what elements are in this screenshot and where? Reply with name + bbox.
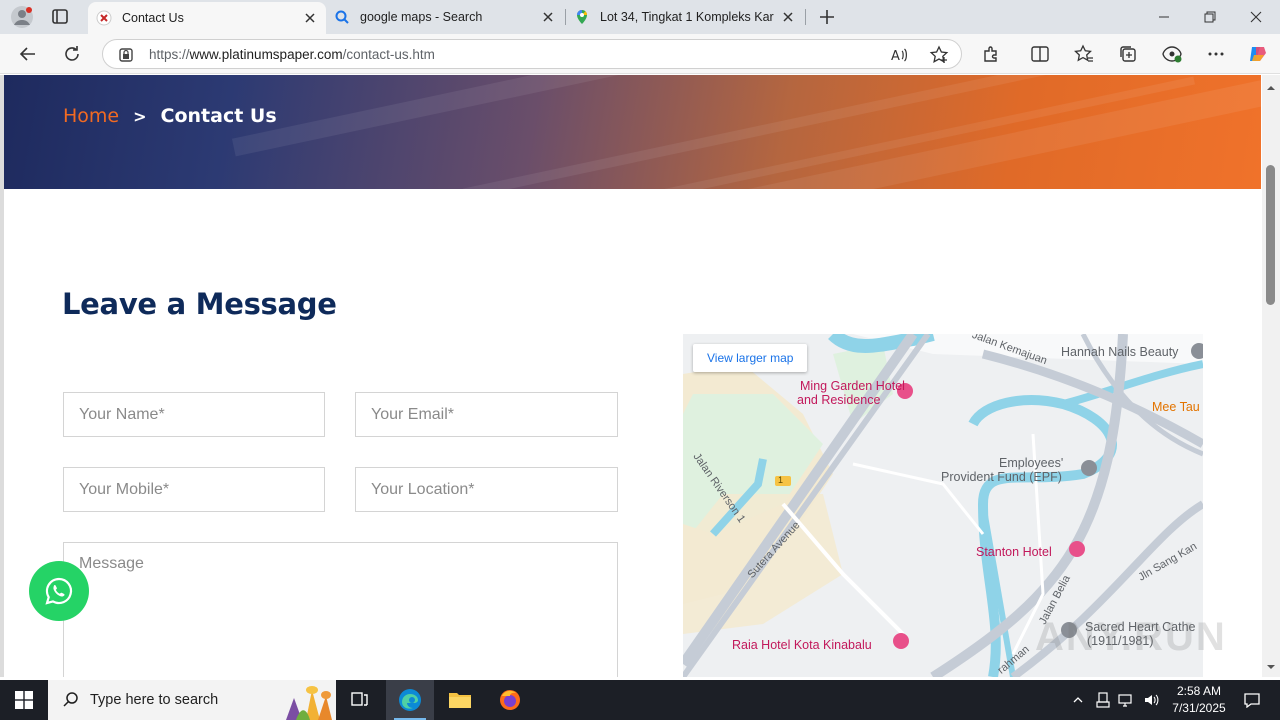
map-label-epf-1[interactable]: Employees'	[999, 456, 1063, 470]
site-info-lock-icon[interactable]	[117, 46, 135, 64]
tab-google-maps-search[interactable]: google maps - Search	[326, 0, 564, 34]
start-button[interactable]	[0, 680, 48, 720]
tab-close-icon[interactable]	[302, 10, 318, 26]
collections-icon[interactable]	[1116, 42, 1140, 66]
tab-title: google maps - Search	[360, 10, 483, 24]
edge-icon	[399, 689, 421, 711]
folder-icon	[449, 693, 471, 708]
map-label-epf-2[interactable]: Provident Fund (EPF)	[941, 470, 1062, 484]
taskbar-edge-app[interactable]	[386, 680, 434, 720]
search-icon	[334, 9, 350, 25]
watermark: ANY.RUN	[1035, 615, 1227, 659]
tray-usb-icon[interactable]	[1092, 680, 1114, 720]
tab-contact-us[interactable]: Contact Us	[88, 2, 326, 34]
message-field[interactable]	[63, 542, 618, 677]
tab-separator	[805, 9, 806, 25]
split-screen-icon[interactable]	[1028, 42, 1052, 66]
tray-network-icon[interactable]	[1114, 680, 1136, 720]
minimize-icon[interactable]	[1141, 0, 1187, 34]
breadcrumb-separator: >	[133, 106, 147, 126]
map-label-ming-garden-2[interactable]: and Residence	[797, 393, 880, 407]
tray-volume-icon[interactable]	[1140, 680, 1162, 720]
tray-chevron-up-icon[interactable]	[1068, 680, 1088, 720]
new-tab-icon[interactable]	[816, 6, 838, 28]
breadcrumb-current: Contact Us	[160, 105, 277, 127]
back-arrow-icon[interactable]	[16, 42, 40, 66]
search-placeholder: Type here to search	[90, 692, 219, 708]
url-text: https://www.platinumspaper.com/contact-u…	[149, 47, 435, 62]
search-highlight-illustration-icon	[286, 686, 332, 720]
map-label-stanton[interactable]: Stanton Hotel	[976, 545, 1052, 559]
restore-icon[interactable]	[1187, 0, 1233, 34]
map-label-hannah[interactable]: Hannah Nails Beauty	[1061, 345, 1178, 359]
windows-taskbar: Type here to search 2:58 AM 7/31/2025	[0, 680, 1280, 720]
windows-logo-icon	[15, 691, 33, 709]
extensions-icon[interactable]	[979, 42, 1003, 66]
copilot-icon[interactable]	[1246, 42, 1270, 66]
tab-close-icon[interactable]	[780, 9, 796, 25]
map-road-badge: 1	[778, 475, 784, 485]
view-larger-map-link[interactable]: View larger map	[693, 344, 808, 372]
browser-toolbar: https://www.platinumspaper.com/contact-u…	[0, 34, 1280, 74]
task-view-icon[interactable]	[336, 680, 384, 720]
profile-icon[interactable]	[10, 5, 34, 29]
page-banner: Home > Contact Us	[4, 75, 1261, 189]
map-label-ming-garden[interactable]: Ming Garden Hotel	[800, 379, 905, 393]
whatsapp-icon	[45, 577, 73, 605]
scroll-up-arrow-icon[interactable]	[1266, 80, 1276, 90]
favorites-icon[interactable]	[1072, 42, 1096, 66]
name-field[interactable]	[63, 392, 325, 437]
read-aloud-icon[interactable]: A	[889, 45, 909, 65]
search-icon	[63, 692, 78, 707]
taskbar-file-explorer[interactable]	[436, 680, 484, 720]
email-field[interactable]	[355, 392, 618, 437]
page-title: Leave a Message	[62, 287, 337, 321]
more-options-icon[interactable]	[1204, 42, 1228, 66]
taskbar-firefox[interactable]	[486, 680, 534, 720]
page-viewport: Home > Contact Us Leave a Message Your N…	[0, 75, 1280, 677]
tab-google-maps-place[interactable]: Lot 34, Tingkat 1 Kompleks Karam	[566, 0, 804, 34]
clock-time: 2:58 AM	[1176, 684, 1222, 698]
notifications-icon[interactable]	[1234, 680, 1270, 720]
mobile-field[interactable]	[63, 467, 325, 512]
map-pin-icon	[574, 9, 590, 25]
taskbar-search-box[interactable]: Type here to search	[48, 680, 336, 720]
tab-close-icon[interactable]	[540, 9, 556, 25]
close-window-icon[interactable]	[1233, 0, 1279, 34]
tab-title: Contact Us	[122, 11, 184, 25]
browser-tab-strip: Contact Us google maps - Search Lot 34, …	[0, 0, 1280, 34]
scroll-thumb[interactable]	[1266, 165, 1275, 305]
browser-essentials-icon[interactable]	[1160, 42, 1184, 66]
breadcrumb: Home > Contact Us	[63, 105, 277, 127]
breadcrumb-home-link[interactable]: Home	[63, 105, 119, 127]
location-field[interactable]	[355, 467, 618, 512]
map-label-raia[interactable]: Raia Hotel Kota Kinabalu	[732, 638, 872, 652]
taskbar-clock[interactable]: 2:58 AM 7/31/2025	[1164, 683, 1234, 717]
clock-date: 7/31/2025	[1172, 701, 1226, 715]
site-favicon-icon	[96, 10, 112, 26]
svg-text:A: A	[891, 49, 900, 64]
tab-title: Lot 34, Tingkat 1 Kompleks Karam	[600, 10, 774, 24]
favorite-star-icon[interactable]	[929, 45, 949, 65]
map-label-mee-tau[interactable]: Mee Tau	[1152, 400, 1200, 414]
refresh-icon[interactable]	[60, 42, 84, 66]
scroll-down-arrow-icon[interactable]	[1266, 659, 1276, 669]
page-scrollbar[interactable]	[1262, 75, 1280, 677]
address-bar[interactable]: https://www.platinumspaper.com/contact-u…	[102, 39, 962, 69]
whatsapp-button[interactable]	[29, 561, 89, 621]
tab-actions-icon[interactable]	[48, 6, 72, 28]
firefox-icon	[500, 690, 520, 710]
